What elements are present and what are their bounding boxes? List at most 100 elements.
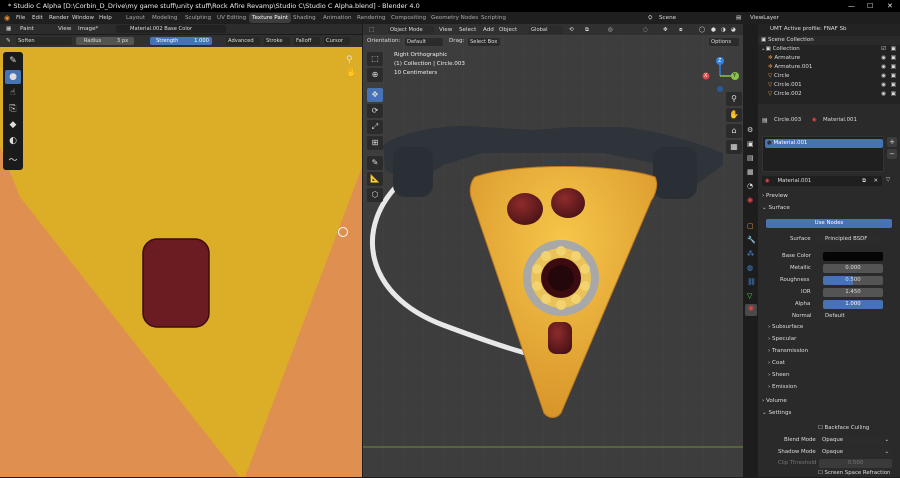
eye-icon[interactable]: ◉ <box>881 81 886 90</box>
workspace-tab-texture-paint[interactable]: Texture Paint <box>249 13 292 23</box>
smear-tool-icon[interactable]: ☝ <box>5 86 21 100</box>
mask-tool-icon[interactable]: ◐ <box>5 134 21 148</box>
workspace-tab-shading[interactable]: Shading <box>290 13 319 23</box>
view-layer-tab-icon[interactable]: ▦ <box>747 168 754 176</box>
outliner-item-circle[interactable]: ▽ Circle ◉ ▣ <box>758 72 900 81</box>
advanced-dropdown[interactable]: Advanced <box>226 37 260 45</box>
eye-icon[interactable]: ◉ <box>881 54 886 63</box>
camera-icon[interactable]: ▣ <box>891 54 896 63</box>
material-datablock-field[interactable]: ◉ Material.001 ⧉ ✕ <box>762 176 882 186</box>
clone-tool-icon[interactable]: ⎘ <box>5 102 21 116</box>
remove-slot-button[interactable]: − <box>887 149 897 159</box>
tool-tab-icon[interactable]: ⚙ <box>747 126 753 134</box>
duplicate-material-icon[interactable]: ⧉ <box>862 176 866 186</box>
menu-help[interactable]: Help <box>99 12 112 24</box>
outliner-item-armature[interactable]: ✲ Armature ◉ ▣ <box>758 54 900 63</box>
3d-viewport[interactable] <box>363 35 743 477</box>
move-tool-icon[interactable]: ✥ <box>367 88 383 102</box>
workspace-tab-scripting[interactable]: Scripting <box>478 13 509 23</box>
camera-icon[interactable]: ⌂ <box>726 124 742 138</box>
workspace-tab-modeling[interactable]: Modeling <box>149 13 180 23</box>
image-name-field[interactable]: Material.002 Base Color <box>116 25 226 33</box>
menu-edit[interactable]: Edit <box>32 12 43 24</box>
strength-field[interactable]: Strength 1.000 <box>150 37 212 45</box>
camera-icon[interactable]: ▣ <box>891 45 896 54</box>
navigation-gizmo[interactable]: Z Y X <box>700 56 740 96</box>
surface-shader-field[interactable]: Principled BSDF <box>815 235 883 244</box>
transmission-section[interactable]: › Transmission <box>768 348 808 354</box>
menu-render[interactable]: Render <box>49 12 69 24</box>
camera-icon[interactable]: ▣ <box>891 81 896 90</box>
material-slot-item[interactable]: ● Material.001 <box>765 139 883 148</box>
outliner-item-armature-001[interactable]: ✲ Armature.001 ◉ ▣ <box>758 63 900 72</box>
image-mode-dropdown[interactable]: Paint <box>20 24 34 35</box>
ior-field[interactable]: 1.450 <box>823 288 883 297</box>
draw-tool-icon[interactable]: ✎ <box>5 54 21 68</box>
annotate-tool-icon[interactable]: 〜 <box>5 154 21 168</box>
outliner-item-circle-002[interactable]: ▽ Circle.002 ◉ ▣ <box>758 90 900 99</box>
data-tab-icon[interactable]: ▽ <box>747 292 752 300</box>
particles-tab-icon[interactable]: ⁂ <box>747 250 754 258</box>
perspective-grid-icon[interactable]: ▦ <box>726 140 742 154</box>
viewport-options-dropdown[interactable]: Options <box>709 38 739 46</box>
workspace-tab-animation[interactable]: Animation <box>320 13 355 23</box>
outliner-collection[interactable]: ⌄▣ Collection ☑ ▣ <box>758 45 900 54</box>
outliner-scene-collection[interactable]: ▣ Scene Collection <box>758 36 900 45</box>
add-slot-button[interactable]: + <box>887 137 897 147</box>
workspace-tab-sculpting[interactable]: Sculpting <box>182 13 214 23</box>
minimize-button[interactable]: — <box>848 0 855 12</box>
properties-pin-icon[interactable]: ▤ <box>762 116 768 125</box>
image-menu[interactable]: Image* <box>78 24 98 35</box>
specular-section[interactable]: › Specular <box>768 336 796 342</box>
orientation-dropdown[interactable]: Default <box>405 38 443 46</box>
soften-tool-icon[interactable]: ● <box>5 70 21 84</box>
texture-canvas[interactable] <box>0 47 362 477</box>
constraints-tab-icon[interactable]: ⛓ <box>747 278 756 286</box>
drag-dropdown[interactable]: Select Box <box>468 38 500 46</box>
workspace-tab-uv-editing[interactable]: UV Editing <box>214 13 249 23</box>
pan-hand-icon[interactable]: ✋ <box>346 68 357 78</box>
outliner-item-circle-001[interactable]: ▽ Circle.001 ◉ ▣ <box>758 81 900 90</box>
material-tab-icon[interactable]: ◉ <box>745 304 757 316</box>
eye-icon[interactable]: ◉ <box>881 90 886 99</box>
eye-icon[interactable]: ◉ <box>881 63 886 72</box>
emission-section[interactable]: › Emission <box>768 384 797 390</box>
object-tab-icon[interactable]: ▢ <box>747 222 754 230</box>
menu-window[interactable]: Window <box>72 12 94 24</box>
add-cube-tool-icon[interactable]: ⬡ <box>367 188 383 202</box>
transform-orientation-dropdown[interactable]: Global <box>529 26 563 34</box>
coat-section[interactable]: › Coat <box>768 360 785 366</box>
clip-threshold-field[interactable]: 0.500 <box>819 459 892 468</box>
annotate-tool-icon[interactable]: ✎ <box>367 156 383 170</box>
brush-icon[interactable]: ✎ <box>6 35 11 47</box>
measure-tool-icon[interactable]: 📐 <box>367 172 383 186</box>
view-layer-name[interactable]: ViewLayer <box>750 12 779 24</box>
normal-field[interactable]: Default <box>815 312 883 321</box>
camera-icon[interactable]: ▣ <box>891 63 896 72</box>
checkbox-icon[interactable]: ☑ <box>881 45 886 54</box>
close-button[interactable]: ✕ <box>887 0 893 12</box>
output-tab-icon[interactable]: ▤ <box>747 154 754 162</box>
roughness-field[interactable]: 0.500 <box>823 276 883 285</box>
subsurface-section[interactable]: › Subsurface <box>768 324 803 330</box>
workspace-tab-geometry-nodes[interactable]: Geometry Nodes <box>428 13 481 23</box>
menu-file[interactable]: File <box>16 12 25 24</box>
workspace-tab-compositing[interactable]: Compositing <box>388 13 429 23</box>
falloff-dropdown[interactable]: Falloff <box>294 37 320 45</box>
fill-tool-icon[interactable]: ◆ <box>5 118 21 132</box>
blender-logo-icon[interactable]: ◉ <box>4 12 10 24</box>
editor-type-icon[interactable]: ▦ <box>6 24 11 35</box>
material-slot-list[interactable]: ● Material.001 <box>762 136 884 172</box>
select-tool-icon[interactable]: ⬚ <box>367 52 383 66</box>
workspace-tab-layout[interactable]: Layout <box>123 13 148 23</box>
unlink-material-icon[interactable]: ✕ <box>873 176 878 186</box>
surface-section[interactable]: ⌄ Surface <box>762 205 790 211</box>
pan-hand-icon[interactable]: ✋ <box>726 108 742 122</box>
maximize-button[interactable]: ☐ <box>867 0 873 12</box>
image-view-menu[interactable]: View <box>58 24 71 35</box>
metallic-field[interactable]: 0.000 <box>823 264 883 273</box>
stroke-dropdown[interactable]: Stroke <box>264 37 290 45</box>
volume-section[interactable]: › Volume <box>762 398 787 404</box>
render-tab-icon[interactable]: ▣ <box>747 140 754 148</box>
transform-tool-icon[interactable]: ⊞ <box>367 136 383 150</box>
